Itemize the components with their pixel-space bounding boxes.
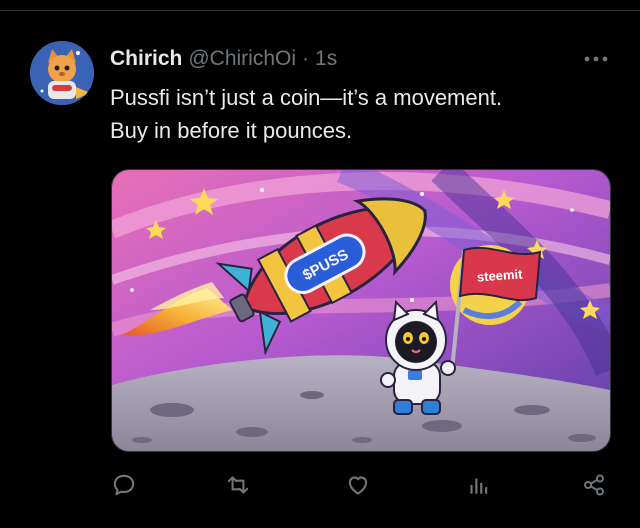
avatar-image — [30, 41, 94, 105]
views-icon[interactable] — [460, 467, 496, 503]
author-name[interactable]: Chirich — [110, 47, 182, 71]
tweet-text-line: Pussfi isn’t just a coin—it’s a movement… — [110, 85, 503, 110]
tweet[interactable]: Chirich @ChirichOi · 1s Pussfi isn’t jus… — [0, 11, 640, 528]
separator: · — [302, 47, 310, 70]
tweet-text: Pussfi isn’t just a coin—it’s a movement… — [110, 81, 610, 147]
share-icon[interactable] — [576, 467, 612, 503]
flag-label: steemit — [476, 266, 523, 284]
like-icon[interactable] — [340, 467, 376, 503]
reply-icon[interactable] — [106, 467, 142, 503]
more-icon[interactable] — [576, 45, 616, 73]
author-handle[interactable]: @ChirichOi — [188, 47, 296, 71]
rocket-cat-illustration: $PUSS steemit — [112, 170, 610, 451]
avatar[interactable] — [30, 41, 94, 105]
action-bar — [0, 467, 640, 517]
tweet-image[interactable]: $PUSS steemit — [111, 169, 611, 452]
tweet-header: Chirich @ChirichOi · 1s — [110, 47, 337, 71]
timestamp[interactable]: 1s — [315, 47, 337, 71]
retweet-icon[interactable] — [220, 467, 256, 503]
tweet-text-line: Buy in before it pounces. — [110, 118, 353, 143]
